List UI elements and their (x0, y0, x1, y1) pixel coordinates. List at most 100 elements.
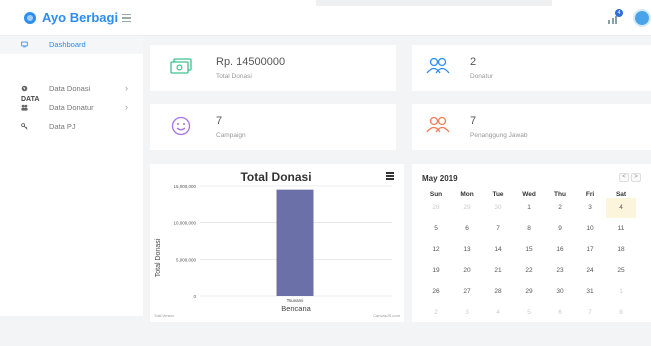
calendar-day[interactable]: 28 (483, 282, 513, 302)
calendar-day[interactable]: 30 (483, 198, 513, 218)
pj-value: 7 (470, 115, 477, 127)
calendar-day[interactable]: 18 (606, 240, 636, 260)
stat-card-penanggung-jawab: 7 Penanggung Jawab (412, 104, 651, 150)
monitor-icon (21, 41, 28, 48)
calendar-day[interactable]: 29 (452, 198, 482, 218)
sidebar-item-data-donasi[interactable]: Data Donasi › (0, 80, 143, 98)
chart-footer-left: Total Version (154, 314, 174, 318)
donatur-label: Donatur (470, 73, 494, 80)
calendar-day[interactable]: 3 (452, 303, 482, 323)
chart-menu-icon[interactable] (386, 172, 394, 180)
calendar-day[interactable]: 17 (575, 240, 605, 260)
calendar-weekday-label: Mon (460, 191, 474, 198)
calendar-day[interactable]: 22 (514, 261, 544, 281)
calendar-weekday-label: Sat (615, 191, 627, 198)
calendar-day[interactable]: 4 (483, 303, 513, 323)
calendar-day[interactable]: 5 (421, 219, 451, 239)
calendar-day[interactable]: 3 (575, 198, 605, 218)
chart-card: Total Donasi 0 5,000,000 10,000,000 15,000,… (150, 164, 404, 322)
campaign-label: Campaign (216, 132, 246, 139)
money-icon (170, 58, 192, 74)
chart-credit-link[interactable]: CanvasJS.com (373, 313, 401, 318)
sidebar-item-label: Data Donatur (49, 103, 94, 112)
calendar-day[interactable]: 10 (575, 219, 605, 239)
calendar-day[interactable]: 16 (545, 240, 575, 260)
key-icon (21, 123, 28, 130)
calendar-weekday-label: Wed (522, 191, 536, 198)
calendar-day[interactable]: 14 (483, 240, 513, 260)
calendar-day[interactable]: 26 (421, 282, 451, 302)
calendar-day[interactable]: 20 (452, 261, 482, 281)
calendar-prev-button[interactable]: < (619, 173, 629, 182)
stat-card-total-donasi: Rp. 14500000 Total Donasi (150, 45, 396, 91)
footer (143, 326, 651, 346)
brand-title[interactable]: Ayo Berbagi (42, 10, 118, 25)
calendar-day[interactable]: 1 (606, 282, 636, 302)
calendar-day[interactable]: 5 (514, 303, 544, 323)
users-icon (21, 104, 28, 111)
calendar-day[interactable]: 15 (514, 240, 544, 260)
total-donasi-value: Rp. 14500000 (216, 56, 286, 68)
calendar-day[interactable]: 31 (575, 282, 605, 302)
top-header: Ayo Berbagi 4 (0, 0, 651, 36)
calendar-day[interactable]: 30 (545, 282, 575, 302)
calendar-day[interactable]: 6 (452, 219, 482, 239)
chart-y-tick-label: 5,000,000 (176, 257, 197, 262)
stat-card-campaign: 7 Campaign (150, 104, 396, 150)
calendar-day[interactable]: 12 (421, 240, 451, 260)
calendar-day[interactable]: 2 (545, 198, 575, 218)
calendar-day[interactable]: 27 (452, 282, 482, 302)
total-donasi-label: Total Donasi (216, 73, 252, 80)
globe-icon (21, 85, 28, 92)
calendar-day[interactable]: 8 (514, 219, 544, 239)
sidebar-item-label: Data Donasi (49, 84, 91, 93)
pj-label: Penanggung Jawab (470, 132, 528, 139)
chart-bar[interactable] (276, 189, 314, 296)
smile-icon (171, 116, 191, 136)
chart-y-axis-label: Total Donasi (155, 238, 162, 277)
sidebar-item-label: Data PJ (49, 122, 76, 131)
calendar-day[interactable]: 13 (452, 240, 482, 260)
logo-icon (24, 12, 36, 24)
calendar-day[interactable]: 24 (575, 261, 605, 281)
calendar-day[interactable]: 9 (545, 219, 575, 239)
calendar-weekday-label: Tue (492, 191, 504, 198)
chevron-right-icon: › (125, 102, 128, 112)
chart-y-tick-label: 0 (193, 294, 196, 299)
chart-x-axis-label: Bencana (281, 304, 311, 313)
menu-toggle-icon[interactable] (122, 14, 131, 23)
calendar-day[interactable]: 28 (421, 198, 451, 218)
stat-card-donatur: 2 Donatur (412, 45, 651, 91)
sidebar-item-dashboard[interactable]: Dashboard (0, 36, 143, 54)
calendar-day[interactable]: 1 (514, 198, 544, 218)
sidebar-item-data-donatur[interactable]: Data Donatur › (0, 99, 143, 117)
calendar-day[interactable]: 6 (545, 303, 575, 323)
calendar-day[interactable]: 29 (514, 282, 544, 302)
calendar-day[interactable]: 7 (575, 303, 605, 323)
calendar-day[interactable]: 25 (606, 261, 636, 281)
calendar-day[interactable]: 23 (545, 261, 575, 281)
users-icon (426, 116, 450, 133)
total-donasi-chart: Total Donasi 0 5,000,000 10,000,000 15,000,… (154, 170, 401, 318)
chevron-right-icon: › (125, 83, 128, 93)
calendar-next-button[interactable]: > (631, 173, 641, 182)
sidebar-item-label: Dashboard (49, 40, 86, 49)
calendar-day[interactable]: 21 (483, 261, 513, 281)
calendar-day[interactable]: 11 (606, 219, 636, 239)
avatar[interactable] (633, 9, 651, 27)
calendar-day[interactable]: 7 (483, 219, 513, 239)
notification-badge: 4 (615, 9, 623, 17)
calendar-day[interactable]: 4 (606, 198, 636, 218)
calendar-day[interactable]: 19 (421, 261, 451, 281)
calendar-weekday-label: Sun (429, 191, 443, 198)
chart-y-tick-label: 15,000,000 (173, 184, 196, 189)
campaign-value: 7 (216, 115, 223, 127)
calendar-day[interactable]: 2 (421, 303, 451, 323)
search-bar[interactable] (316, 0, 552, 6)
sidebar-item-data-pj[interactable]: Data PJ (0, 118, 143, 136)
calendar-day[interactable]: 8 (606, 303, 636, 323)
sidebar: Dashboard DATA Data Donasi › Data Donatu… (0, 36, 143, 316)
donatur-value: 2 (470, 56, 477, 68)
calendar-card: May 2019 < > Sun Mon Tue Wed Thu Fri Sat 28 29 3… (412, 164, 651, 322)
calendar-weekday-label: Fri (585, 191, 595, 198)
